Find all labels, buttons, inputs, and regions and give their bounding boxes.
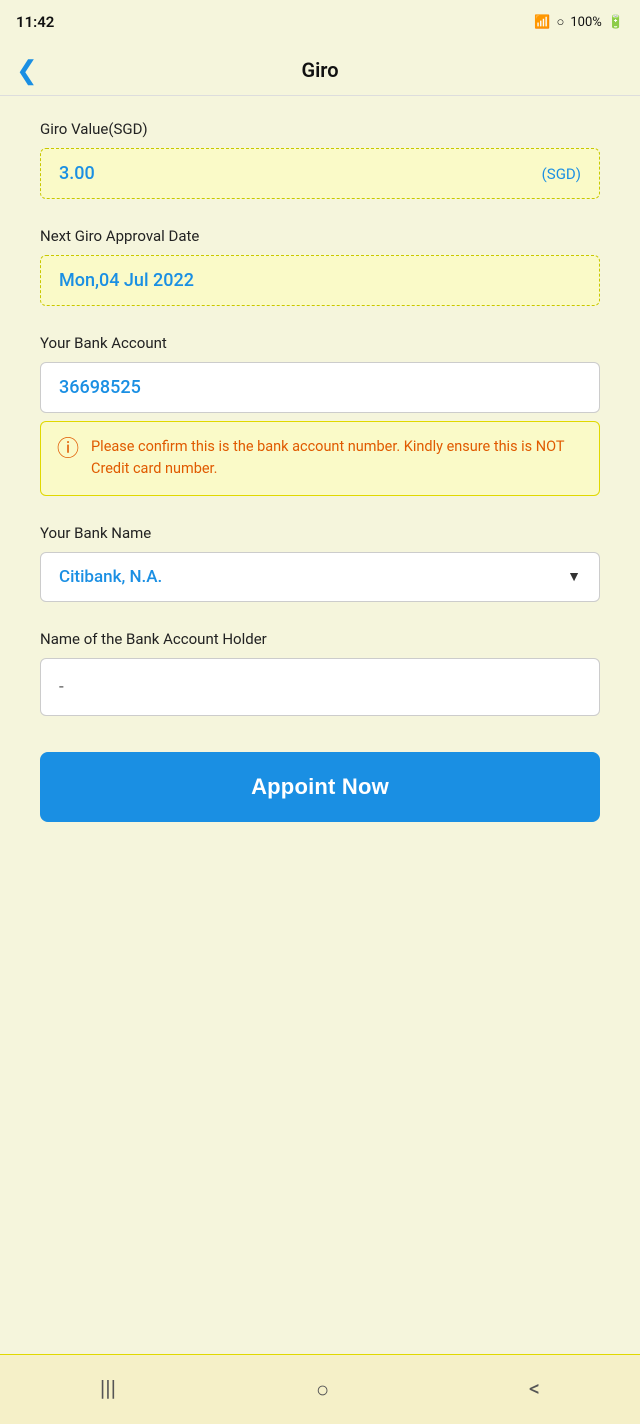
giro-value-amount: 3.00 bbox=[59, 163, 95, 184]
holder-name-field[interactable]: - bbox=[40, 658, 600, 716]
warning-text: Please confirm this is the bank account … bbox=[91, 436, 583, 481]
status-time: 11:42 bbox=[16, 13, 54, 31]
bank-name-dropdown[interactable]: Citibank, N.A. ▼ bbox=[40, 552, 600, 602]
back-nav-icon[interactable]: < bbox=[499, 1367, 570, 1412]
warning-icon: ⓘ bbox=[57, 436, 79, 465]
menu-icon[interactable]: ||| bbox=[70, 1367, 146, 1412]
bank-name-label: Your Bank Name bbox=[40, 524, 600, 542]
home-icon[interactable]: ○ bbox=[286, 1367, 359, 1413]
main-content: Giro Value(SGD) 3.00 (SGD) Next Giro App… bbox=[0, 96, 640, 1354]
holder-name-section: Name of the Bank Account Holder - bbox=[40, 630, 600, 716]
bank-name-section: Your Bank Name Citibank, N.A. ▼ bbox=[40, 524, 600, 602]
battery-label: 100% bbox=[570, 15, 601, 30]
bank-account-label: Your Bank Account bbox=[40, 334, 600, 352]
status-icons: 📶 ○ 100% 🔋 bbox=[534, 14, 624, 30]
battery-icon: 🔋 bbox=[608, 15, 624, 30]
wifi-icon: 📶 bbox=[534, 15, 550, 30]
holder-name-label: Name of the Bank Account Holder bbox=[40, 630, 600, 648]
next-giro-date-value: Mon,04 Jul 2022 bbox=[59, 270, 194, 291]
appoint-now-button[interactable]: Appoint Now bbox=[40, 752, 600, 822]
giro-value-field[interactable]: 3.00 (SGD) bbox=[40, 148, 600, 199]
next-giro-date-label: Next Giro Approval Date bbox=[40, 227, 600, 245]
back-button[interactable]: ❮ bbox=[16, 57, 38, 83]
status-bar: 11:42 📶 ○ 100% 🔋 bbox=[0, 0, 640, 44]
signal-icon: ○ bbox=[557, 14, 565, 30]
bank-name-value: Citibank, N.A. bbox=[59, 567, 162, 587]
giro-currency: (SGD) bbox=[542, 165, 581, 183]
top-nav: ❮ Giro bbox=[0, 44, 640, 96]
chevron-down-icon: ▼ bbox=[567, 568, 581, 585]
bottom-nav-bar: ||| ○ < bbox=[0, 1354, 640, 1424]
next-giro-date-field[interactable]: Mon,04 Jul 2022 bbox=[40, 255, 600, 306]
page-title: Giro bbox=[301, 58, 338, 82]
giro-value-section: Giro Value(SGD) 3.00 (SGD) bbox=[40, 120, 600, 199]
giro-value-label: Giro Value(SGD) bbox=[40, 120, 600, 138]
bank-account-value: 36698525 bbox=[59, 377, 141, 398]
holder-name-value: - bbox=[59, 677, 64, 697]
warning-box: ⓘ Please confirm this is the bank accoun… bbox=[40, 421, 600, 496]
next-giro-date-section: Next Giro Approval Date Mon,04 Jul 2022 bbox=[40, 227, 600, 306]
bank-account-field[interactable]: 36698525 bbox=[40, 362, 600, 413]
bank-account-section: Your Bank Account 36698525 ⓘ Please conf… bbox=[40, 334, 600, 496]
